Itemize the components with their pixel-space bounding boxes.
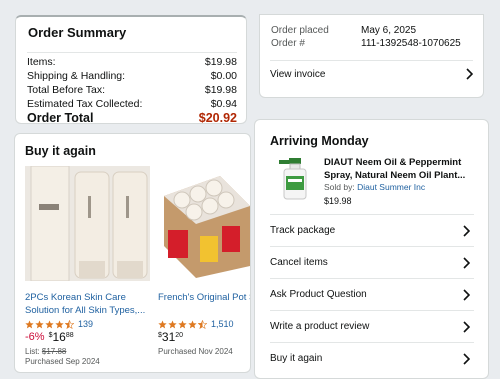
view-invoice-label: View invoice — [270, 68, 326, 80]
action-label: Ask Product Question — [270, 289, 367, 300]
chevron-right-icon — [463, 320, 470, 333]
summary-label: Items: — [27, 56, 56, 68]
write-product-review-button[interactable]: Write a product review — [270, 310, 474, 342]
product-price: $31 20 — [158, 331, 183, 343]
star-icon — [25, 319, 34, 328]
shipment-item-price: $19.98 — [324, 196, 352, 206]
product-image-potsticks[interactable] — [160, 166, 250, 281]
summary-value: $19.98 — [204, 84, 237, 96]
list-price-value: $17.88 — [41, 347, 67, 356]
half-star-icon — [198, 319, 207, 329]
seller-link[interactable]: Diaut Summer Inc — [357, 182, 425, 192]
track-package-button[interactable]: Track package — [270, 214, 474, 246]
buy-it-again-card: Buy it again 2PCs Korean Skin Care Solut… — [14, 133, 251, 373]
price-whole: 31 — [161, 330, 176, 344]
star-icon — [55, 319, 64, 328]
star-rating[interactable]: 1,510 — [158, 319, 234, 329]
rating-count[interactable]: 1,510 — [211, 319, 234, 329]
summary-value: $0.00 — [210, 70, 237, 82]
order-number-label: Order # — [271, 38, 305, 49]
action-label: Write a product review — [270, 321, 370, 332]
chevron-right-icon — [463, 224, 470, 237]
summary-value: $19.98 — [204, 56, 237, 68]
price-whole: 16 — [52, 330, 66, 344]
star-icon — [35, 319, 44, 328]
half-star-icon — [65, 319, 74, 329]
product-price: -6% $16 88 — [25, 331, 74, 343]
star-rating[interactable]: 139 — [25, 319, 93, 329]
product-title-link[interactable]: French's Original Pot Sticks, 5 oz (Pack… — [158, 291, 250, 304]
arrival-status: Arriving Monday — [270, 134, 369, 148]
list-price: List: $17.88 — [25, 347, 66, 356]
cancel-items-button[interactable]: Cancel items — [270, 246, 474, 278]
order-info-card: Order placed May 6, 2025 Order # 111-13925… — [259, 14, 484, 98]
buy-it-again-title: Buy it again — [25, 144, 96, 158]
rating-count[interactable]: 139 — [78, 319, 93, 329]
skincare-tubes-image — [25, 165, 150, 282]
sold-by: Sold by: Diaut Summer Inc — [324, 182, 425, 192]
summary-label: Shipping & Handling: — [27, 70, 126, 82]
summary-row-before-tax: Total Before Tax: $19.98 — [27, 83, 237, 97]
order-placed-label: Order placed — [271, 25, 329, 36]
spray-bottle-image — [279, 158, 307, 200]
order-number-row: Order # 111-1392548-1070625 — [271, 38, 473, 49]
action-label: Cancel items — [270, 257, 328, 268]
order-number: 111-1392548-1070625 — [361, 38, 461, 49]
list-price-label: List: — [25, 347, 40, 356]
price-fraction: 20 — [175, 332, 184, 339]
chevron-right-icon — [463, 256, 470, 269]
view-invoice-link[interactable]: View invoice — [270, 67, 473, 81]
summary-row-items: Items: $19.98 — [27, 55, 237, 69]
order-total-label: Order Total — [27, 111, 94, 124]
order-total-value: $20.92 — [198, 111, 237, 124]
product-image-neem-spray[interactable] — [275, 156, 315, 200]
buy-it-again-button[interactable]: Buy it again — [270, 342, 474, 374]
star-icon — [178, 319, 187, 328]
ask-product-question-button[interactable]: Ask Product Question — [270, 278, 474, 310]
purchased-date: Purchased Sep 2024 — [25, 357, 100, 366]
chevron-right-icon — [463, 288, 470, 301]
star-icon — [158, 319, 167, 328]
order-placed-date: May 6, 2025 — [361, 25, 417, 36]
summary-rows: Items: $19.98 Shipping & Handling: $0.00 T… — [27, 52, 237, 124]
product-title-link[interactable]: 2PCs Korean Skin Care Solution for All S… — [25, 291, 155, 317]
star-icon — [45, 319, 54, 328]
summary-value: $0.94 — [210, 98, 237, 110]
potsticks-box-image — [160, 166, 250, 281]
discount-badge: -6% — [25, 331, 45, 343]
price-fraction: 88 — [65, 332, 74, 339]
order-summary-card: Order Summary Items: $19.98 Shipping & Ha… — [15, 15, 247, 124]
shipment-card: Arriving Monday DIAUT Neem Oil & Pepperm… — [254, 119, 489, 379]
action-label: Buy it again — [270, 353, 323, 364]
order-placed-row: Order placed May 6, 2025 — [271, 25, 473, 36]
divider — [270, 60, 473, 61]
summary-row-total: Order Total $20.92 — [27, 111, 237, 124]
star-icon — [168, 319, 177, 328]
summary-row-shipping: Shipping & Handling: $0.00 — [27, 69, 237, 83]
sold-by-label: Sold by: — [324, 182, 355, 192]
star-icon — [188, 319, 197, 328]
summary-label: Total Before Tax: — [27, 84, 106, 96]
purchased-date: Purchased Nov 2024 — [158, 347, 233, 356]
chevron-right-icon — [466, 68, 473, 80]
summary-label: Estimated Tax Collected: — [27, 98, 143, 110]
product-image-skincare[interactable] — [25, 165, 150, 282]
shipment-item-title[interactable]: DIAUT Neem Oil & Peppermint Spray, Natur… — [324, 156, 474, 182]
action-label: Track package — [270, 225, 336, 236]
summary-row-tax: Estimated Tax Collected: $0.94 — [27, 97, 237, 111]
order-summary-title: Order Summary — [28, 25, 127, 40]
